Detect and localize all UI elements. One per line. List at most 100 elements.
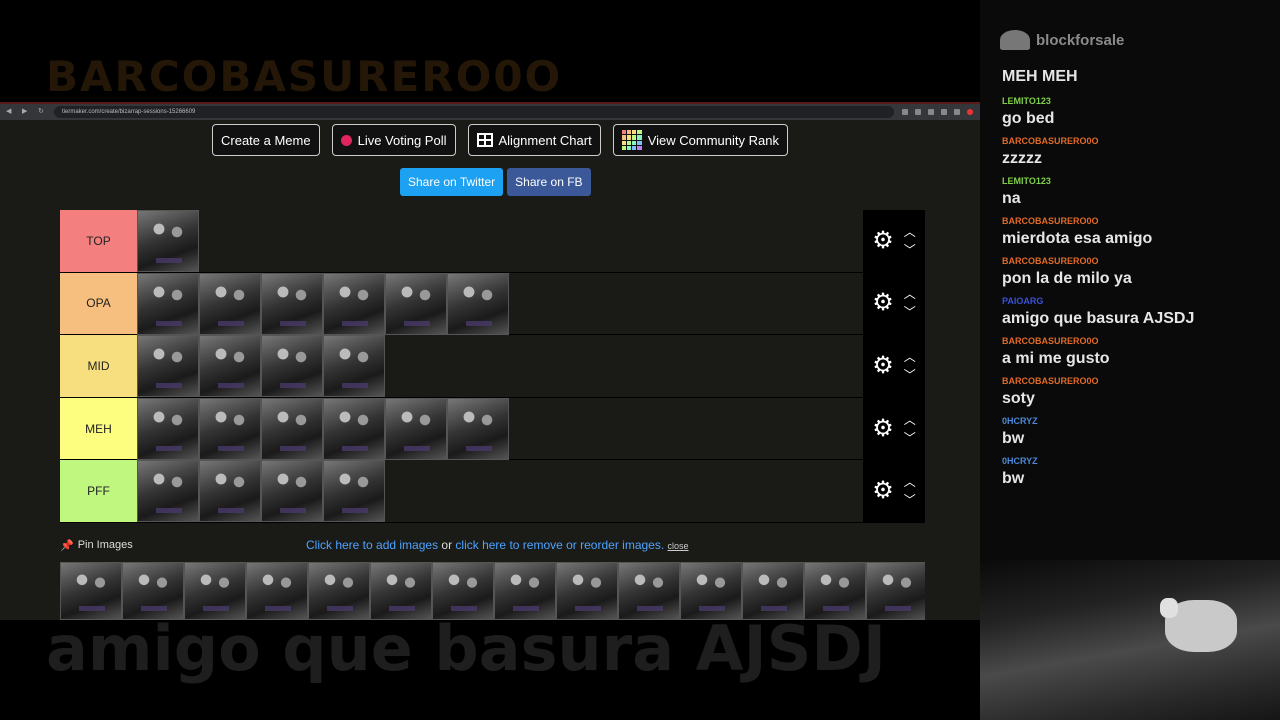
tier-controls: ⚙ ︿ ﹀ bbox=[863, 397, 925, 460]
chevron-up-icon[interactable]: ︿ bbox=[904, 226, 916, 238]
tier-item-image[interactable] bbox=[385, 272, 447, 335]
tier-item-image[interactable] bbox=[199, 460, 261, 523]
zoom-icon[interactable] bbox=[915, 109, 921, 115]
tier-controls: ⚙ ︿ ﹀ bbox=[863, 460, 925, 522]
bookmark-star-icon[interactable] bbox=[928, 109, 934, 115]
share-fb-button[interactable]: Share on FB bbox=[507, 168, 591, 196]
chat-message-text: bw bbox=[1002, 470, 1025, 487]
chevron-down-icon[interactable]: ﹀ bbox=[904, 432, 916, 444]
chat-message: LEMITO123 na bbox=[1002, 176, 1272, 208]
chat-message: PAIOARG amigo que basura AJSDJ bbox=[1002, 296, 1272, 328]
tier-label[interactable]: OPA bbox=[60, 272, 137, 335]
gear-icon[interactable]: ⚙ bbox=[872, 479, 894, 503]
tier-item-image[interactable] bbox=[137, 210, 199, 272]
tool-buttons: Create a Meme Live Voting Poll Alignment… bbox=[212, 124, 788, 156]
live-dot-icon bbox=[340, 134, 352, 146]
chat-message-text: a mi me gusto bbox=[1002, 350, 1110, 367]
tier-items bbox=[137, 210, 863, 272]
chevron-down-icon[interactable]: ﹀ bbox=[904, 306, 916, 318]
gear-icon[interactable]: ⚙ bbox=[872, 291, 894, 315]
tier-item-image[interactable] bbox=[137, 335, 199, 398]
tier-items bbox=[137, 272, 863, 335]
alignment-label: Alignment Chart bbox=[498, 132, 592, 148]
chat-message-text: na bbox=[1002, 190, 1021, 207]
chat-message: BARCOBASURERO0O pon la de milo ya bbox=[1002, 256, 1272, 288]
translate-icon[interactable] bbox=[902, 109, 908, 115]
chat-message-text: MEH MEH bbox=[1002, 68, 1078, 85]
tab-search-icon[interactable] bbox=[954, 109, 960, 115]
gear-icon[interactable]: ⚙ bbox=[872, 416, 894, 441]
tier-item-image[interactable] bbox=[137, 272, 199, 335]
record-icon[interactable] bbox=[967, 109, 973, 115]
tier-item-image[interactable] bbox=[323, 335, 385, 398]
chat-message: BARCOBASURERO0O a mi me gusto bbox=[1002, 336, 1272, 368]
chat-logo: blockforsale bbox=[1000, 30, 1124, 50]
tier-item-image[interactable] bbox=[137, 460, 199, 523]
chat-username: BARCOBASURERO0O bbox=[1002, 136, 1099, 146]
reload-icon[interactable]: ↻ bbox=[38, 108, 46, 116]
chat-username: BARCOBASURERO0O bbox=[1002, 336, 1099, 346]
chat-username: LEMITO123 bbox=[1002, 176, 1051, 186]
chevron-down-icon[interactable]: ﹀ bbox=[904, 244, 916, 256]
chevron-up-icon[interactable]: ︿ bbox=[904, 476, 916, 488]
chevron-up-icon[interactable]: ︿ bbox=[904, 288, 916, 300]
chat-message-text: soty bbox=[1002, 390, 1035, 407]
tier-item-image[interactable] bbox=[323, 397, 385, 460]
remove-images-link[interactable]: click here to remove or reorder images. bbox=[455, 538, 664, 552]
forward-icon[interactable]: ▶ bbox=[22, 108, 30, 116]
tier-item-image[interactable] bbox=[323, 272, 385, 335]
tier-row: PFF ⚙ ︿ ﹀ bbox=[60, 460, 925, 523]
add-images-link[interactable]: Click here to add images bbox=[306, 538, 438, 552]
tier-label[interactable]: TOP bbox=[60, 210, 137, 272]
chat-username: LEMITO123 bbox=[1002, 96, 1051, 106]
chat-message-text: mierdota esa amigo bbox=[1002, 230, 1153, 247]
tier-label[interactable]: MEH bbox=[60, 397, 137, 460]
share-twitter-button[interactable]: Share on Twitter bbox=[400, 168, 504, 196]
chevron-up-icon[interactable]: ︿ bbox=[904, 351, 916, 363]
back-icon[interactable]: ◀ bbox=[6, 108, 14, 116]
chat-message: BARCOBASURERO0O soty bbox=[1002, 376, 1272, 408]
rank-grid-icon bbox=[621, 130, 642, 150]
tier-items bbox=[137, 460, 863, 523]
pin-icon: 📌 bbox=[60, 539, 74, 552]
grid-icon bbox=[476, 133, 493, 147]
tier-item-image[interactable] bbox=[137, 397, 199, 460]
move-arrows: ︿ ﹀ bbox=[904, 476, 916, 506]
pin-images-row: 📌 Pin Images Click here to add images or… bbox=[60, 538, 925, 552]
tier-item-image[interactable] bbox=[261, 272, 323, 335]
tier-item-image[interactable] bbox=[385, 397, 447, 460]
gear-icon[interactable]: ⚙ bbox=[872, 353, 894, 378]
stream-overlay-title: BARCOBASURERO0O bbox=[46, 52, 563, 101]
tier-item-image[interactable] bbox=[323, 460, 385, 523]
gear-icon[interactable]: ⚙ bbox=[872, 228, 894, 253]
address-bar[interactable]: tiermaker.com/create/bizarrap-sessions-1… bbox=[54, 106, 894, 118]
tier-item-image[interactable] bbox=[261, 335, 323, 398]
extensions-icon[interactable] bbox=[941, 109, 947, 115]
tier-item-image[interactable] bbox=[447, 272, 509, 335]
chat-message: 0HCRYZ bw bbox=[1002, 456, 1272, 488]
live-voting-poll-button[interactable]: Live Voting Poll bbox=[331, 124, 456, 156]
tier-item-image[interactable] bbox=[199, 397, 261, 460]
tier-items bbox=[137, 335, 863, 398]
chevron-down-icon[interactable]: ﹀ bbox=[904, 494, 916, 506]
move-arrows: ︿ ﹀ bbox=[904, 351, 916, 381]
tier-item-image[interactable] bbox=[447, 397, 509, 460]
pin-images-toggle[interactable]: 📌 Pin Images bbox=[60, 539, 306, 552]
tier-label[interactable]: MID bbox=[60, 335, 137, 397]
tier-item-image[interactable] bbox=[199, 335, 261, 398]
alignment-chart-button[interactable]: Alignment Chart bbox=[467, 124, 601, 156]
tier-item-image[interactable] bbox=[199, 272, 261, 335]
landscape-image bbox=[980, 560, 1280, 720]
create-meme-button[interactable]: Create a Meme bbox=[212, 124, 320, 156]
chat-message: BARCOBASURERO0O mierdota esa amigo bbox=[1002, 216, 1272, 248]
chat-username: 0HCRYZ bbox=[1002, 456, 1038, 466]
chevron-down-icon[interactable]: ﹀ bbox=[904, 369, 916, 381]
tier-label[interactable]: PFF bbox=[60, 460, 137, 522]
pin-images-label: Pin Images bbox=[77, 539, 133, 551]
chat-message: BARCOBASURERO0O zzzzz bbox=[1002, 136, 1272, 168]
community-rank-button[interactable]: View Community Rank bbox=[612, 124, 788, 156]
chevron-up-icon[interactable]: ︿ bbox=[904, 414, 916, 426]
tier-item-image[interactable] bbox=[261, 460, 323, 523]
tier-item-image[interactable] bbox=[261, 397, 323, 460]
close-link[interactable]: close bbox=[668, 541, 689, 551]
